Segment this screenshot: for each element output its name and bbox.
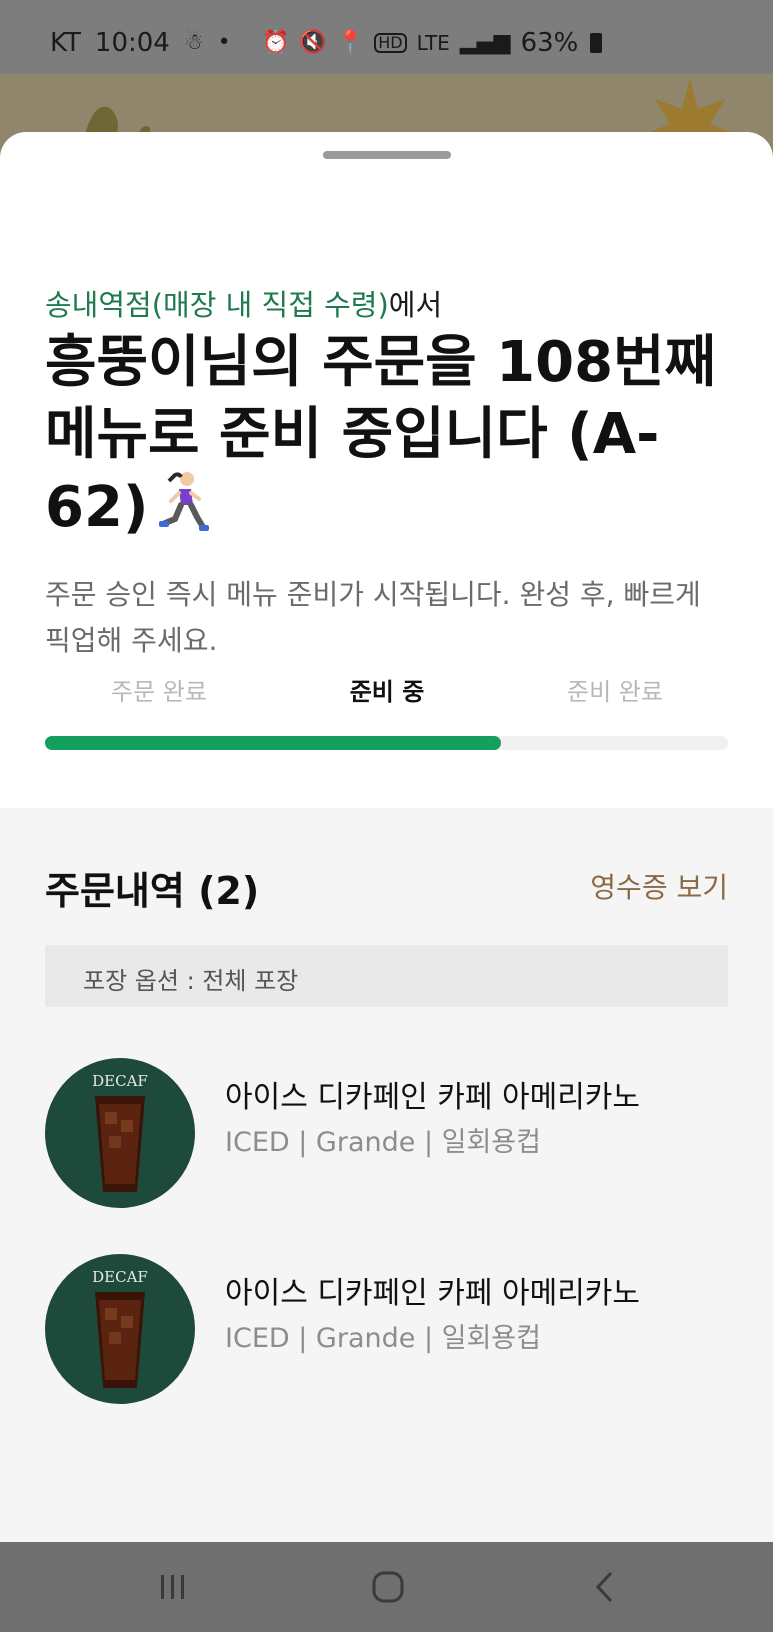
alarm-icon: ⏰	[262, 30, 290, 55]
home-icon	[372, 1571, 404, 1603]
back-button[interactable]	[575, 1564, 635, 1610]
status-bar: KT 10:04 ☃ • ⏰ 🔇 📍 HD LTE ▂▄▆ 63%	[0, 0, 773, 74]
order-history-title: 주문내역 (2)	[45, 869, 260, 913]
store-line: 송내역점(매장 내 직접 수령)에서	[45, 282, 442, 324]
progress-bar	[45, 736, 728, 750]
order-item[interactable]: DECAF 아이스 디카페인 카페 아메리카노 ICED | Grande | …	[45, 1254, 735, 1404]
signal-icon: ▂▄▆	[459, 30, 511, 55]
recent-apps-button[interactable]	[143, 1564, 203, 1610]
item-options: ICED | Grande | 일회용컵	[225, 1127, 541, 1158]
dot-icon: •	[217, 30, 231, 55]
step-preparing: 준비 중	[349, 678, 425, 706]
order-details-section: 주문내역 (2) 영수증 보기 포장 옵션 : 전체 포장 DECAF 아이스 …	[0, 808, 773, 1542]
progress-fill	[45, 736, 501, 750]
store-name: 송내역점(매장 내 직접 수령)	[45, 288, 389, 322]
step-ready: 준비 완료	[567, 678, 663, 706]
battery-icon	[590, 33, 603, 53]
order-status-sheet: 송내역점(매장 내 직접 수령)에서 흥뚱이님의 주문을 108번째 메뉴로 준…	[0, 132, 773, 1542]
item-options: ICED | Grande | 일회용컵	[225, 1323, 541, 1354]
drink-thumbnail: DECAF	[45, 1254, 195, 1404]
progress-steps: 주문 완료 준비 중 준비 완료	[45, 672, 728, 712]
headline-text: 흥뚱이님의 주문을 108번째 메뉴로 준비 중입니다 (A-62)	[45, 330, 717, 541]
order-item[interactable]: DECAF 아이스 디카페인 카페 아메리카노 ICED | Grande | …	[45, 1058, 735, 1208]
packaging-option-text: 포장 옵션 : 전체 포장	[83, 967, 299, 995]
battery-label: 63%	[520, 28, 579, 58]
time-label: 10:04	[94, 28, 170, 58]
drink-thumbnail: DECAF	[45, 1058, 195, 1208]
order-headline: 흥뚱이님의 주문을 108번째 메뉴로 준비 중입니다 (A-62)	[45, 327, 745, 551]
order-description: 주문 승인 즉시 메뉴 준비가 시작됩니다. 완성 후, 빠르게 픽업해 주세요…	[45, 578, 701, 657]
store-suffix: 에서	[388, 288, 443, 322]
step-order-complete: 주문 완료	[111, 678, 207, 706]
woman-running-icon	[155, 471, 211, 551]
sheet-drag-handle[interactable]	[323, 151, 451, 159]
view-receipt-link[interactable]: 영수증 보기	[590, 866, 728, 906]
back-icon	[595, 1571, 613, 1603]
recent-apps-icon	[161, 1575, 184, 1599]
item-name: 아이스 디카페인 카페 아메리카노	[225, 1276, 641, 1311]
system-nav-bar	[0, 1542, 773, 1632]
home-button[interactable]	[358, 1564, 418, 1610]
packaging-option-box: 포장 옵션 : 전체 포장	[45, 945, 728, 1007]
location-icon: 📍	[336, 30, 365, 55]
decaf-badge: DECAF	[92, 1268, 148, 1286]
carrier-label: KT	[50, 28, 81, 58]
hd-icon: HD	[374, 33, 407, 53]
bixby-icon: ☃	[183, 30, 204, 55]
network-label: LTE	[416, 31, 450, 55]
mute-icon: 🔇	[299, 30, 327, 55]
item-name: 아이스 디카페인 카페 아메리카노	[225, 1080, 641, 1115]
decaf-badge: DECAF	[92, 1072, 148, 1090]
